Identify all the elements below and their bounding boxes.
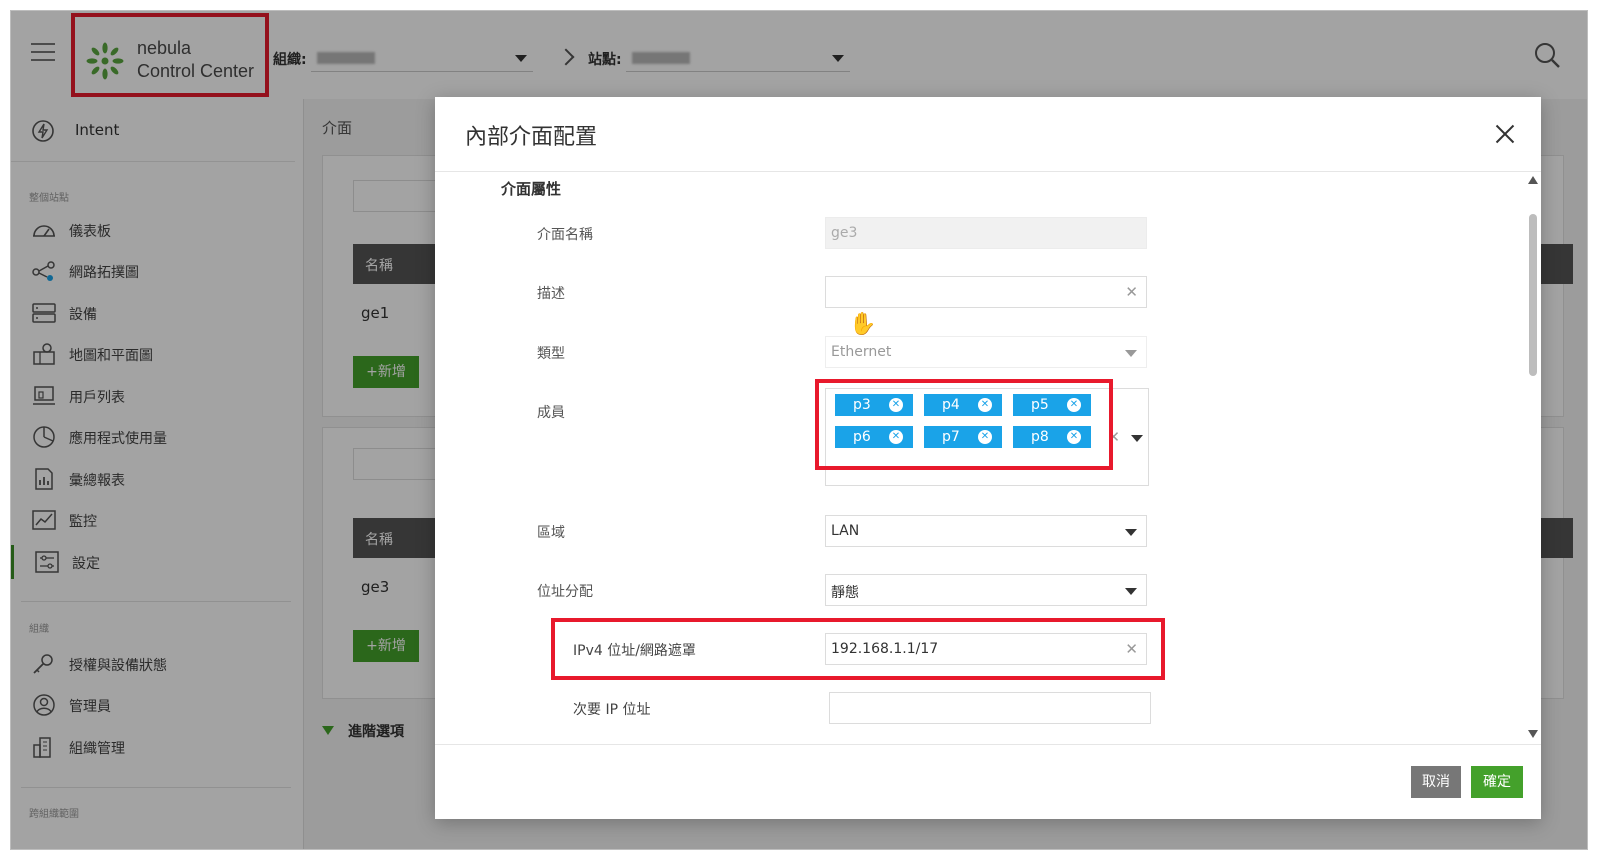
zone-label: 區域: [537, 525, 565, 541]
confirm-button[interactable]: 確定: [1471, 766, 1523, 798]
chevron-down-icon[interactable]: [1131, 435, 1143, 442]
dialog-header: 內部介面配置: [435, 97, 1541, 172]
address-assignment-label: 位址分配: [537, 584, 593, 600]
type-label: 類型: [537, 346, 565, 362]
scrollbar-thumb[interactable]: [1529, 214, 1537, 376]
dialog-body: 介面屬性 介面名稱 ge3 描述 ✕ 類型 Ethernet ✋ 成員 ✕ p3…: [435, 172, 1541, 744]
type-select: Ethernet: [825, 336, 1147, 368]
address-assignment-select[interactable]: 靜態: [825, 574, 1147, 606]
dialog-scrollbar[interactable]: [1525, 172, 1541, 744]
interface-name-field: ge3: [825, 217, 1147, 249]
app-window: nebula Control Center 組織: 站點: Intent 整個站…: [10, 10, 1588, 850]
zone-select[interactable]: LAN: [825, 515, 1147, 547]
interface-name-value: ge3: [831, 225, 858, 241]
hand-cursor-icon: ✋: [849, 312, 877, 337]
description-input[interactable]: ✕: [825, 276, 1147, 308]
dialog-title: 內部介面配置: [465, 125, 598, 150]
close-icon[interactable]: [1495, 124, 1515, 144]
type-value: Ethernet: [831, 344, 892, 360]
zone-value: LAN: [831, 523, 860, 539]
chevron-down-icon: [1125, 588, 1137, 595]
section-title: 介面屬性: [501, 180, 562, 198]
description-label: 描述: [537, 286, 565, 302]
ipv4-highlight-box: [551, 618, 1165, 680]
interface-name-label: 介面名稱: [537, 227, 593, 243]
members-highlight-box: [815, 379, 1113, 470]
cancel-button[interactable]: 取消: [1411, 766, 1461, 798]
address-assignment-value: 靜態: [831, 585, 859, 601]
members-label: 成員: [537, 405, 565, 421]
internal-interface-dialog: 內部介面配置 介面屬性 介面名稱 ge3 描述 ✕ 類型 Ethernet ✋: [435, 97, 1541, 819]
chevron-down-icon: [1125, 350, 1137, 357]
chevron-down-icon: [1125, 529, 1137, 536]
clear-icon[interactable]: ✕: [1125, 284, 1138, 300]
secondary-ip-input[interactable]: [829, 692, 1151, 724]
scroll-down-icon[interactable]: [1528, 730, 1538, 738]
scroll-up-icon[interactable]: [1528, 176, 1538, 184]
secondary-ip-label: 次要 IP 位址: [573, 702, 651, 718]
dialog-footer: 取消 確定: [435, 744, 1541, 820]
